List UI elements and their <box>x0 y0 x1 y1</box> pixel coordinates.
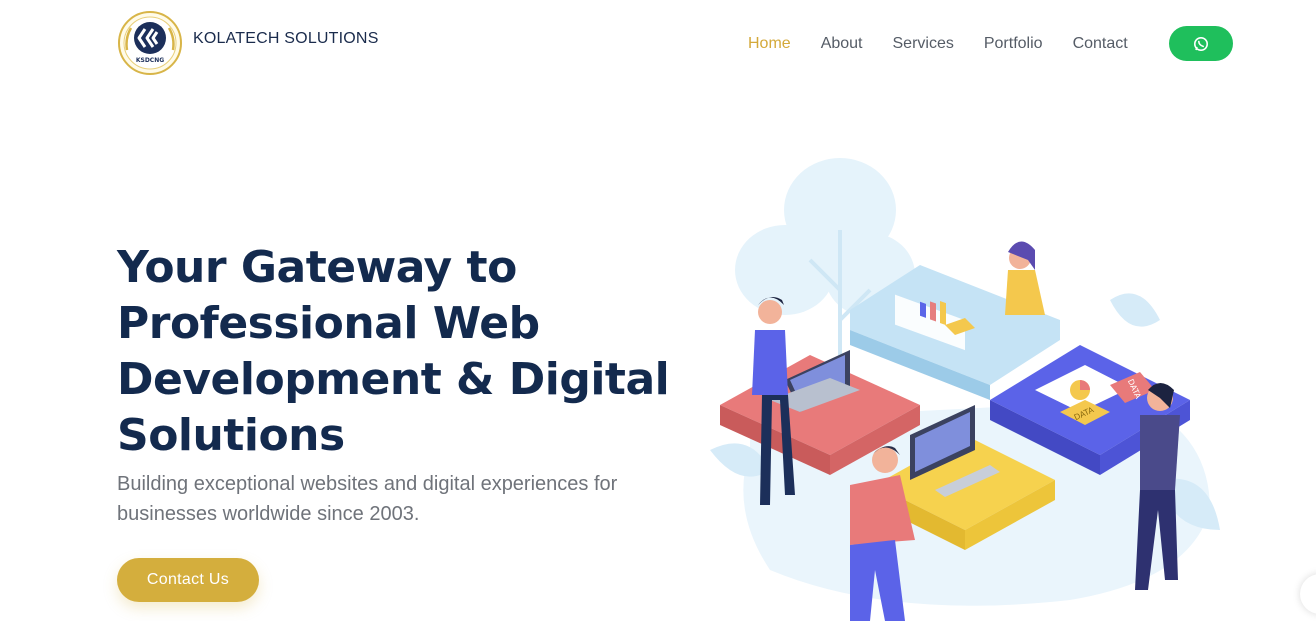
hero-subtitle: Building exceptional websites and digita… <box>117 469 657 529</box>
company-logo[interactable]: KSDCNG <box>117 10 183 76</box>
scroll-button[interactable] <box>1300 574 1316 614</box>
whatsapp-icon <box>1194 36 1208 51</box>
hero-title-line: Solutions <box>117 410 345 461</box>
nav-services[interactable]: Services <box>893 34 954 54</box>
whatsapp-button[interactable] <box>1169 26 1233 61</box>
hero-title-line: Professional Web <box>117 298 540 349</box>
hero-title-line: Development & Digital <box>117 354 670 405</box>
site-header: KSDCNG KOLATECH SOLUTIONS Home About Ser… <box>0 0 1316 90</box>
nav-about[interactable]: About <box>821 34 863 54</box>
hero-illustration: DATA DATA <box>710 158 1220 621</box>
brand-name[interactable]: KOLATECH SOLUTIONS <box>193 30 379 48</box>
logo-text: KSDCNG <box>136 57 164 64</box>
main-nav: Home About Services Portfolio Contact <box>748 34 1158 54</box>
nav-contact[interactable]: Contact <box>1073 34 1128 54</box>
hero-subtitle-line: businesses worldwide since 2003. <box>117 503 420 525</box>
hero-subtitle-line: Building exceptional websites and digita… <box>117 473 618 495</box>
nav-portfolio[interactable]: Portfolio <box>984 34 1043 54</box>
hero-title: Your Gateway to Professional Web Develop… <box>117 240 677 464</box>
contact-us-button[interactable]: Contact Us <box>117 558 259 602</box>
hero-title-line: Your Gateway to <box>117 242 517 293</box>
nav-home[interactable]: Home <box>748 34 791 54</box>
